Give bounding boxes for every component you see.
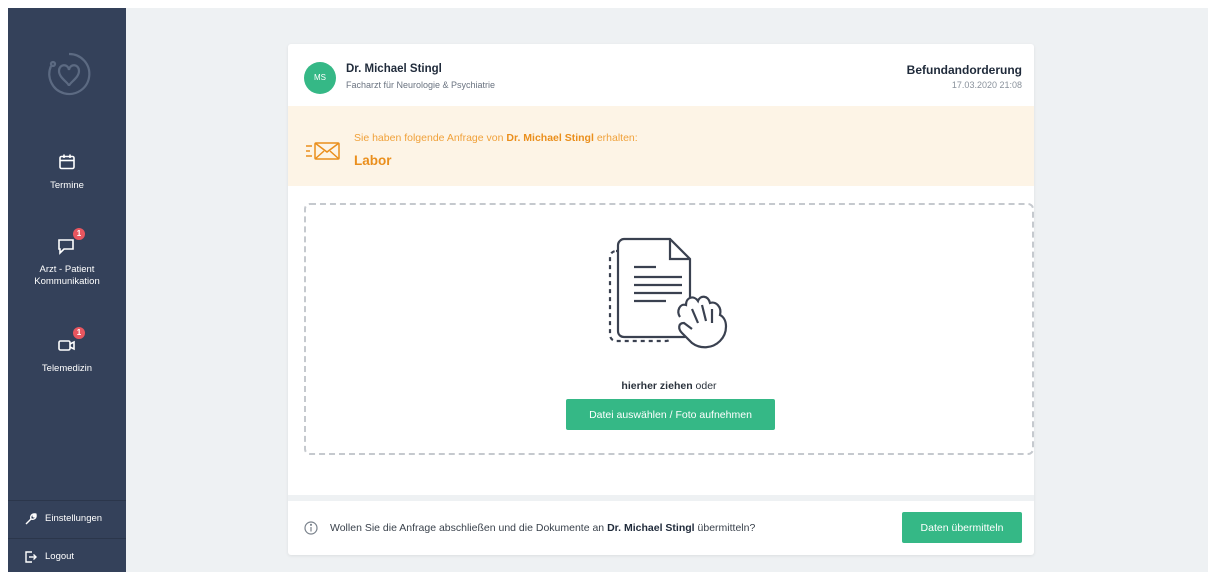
avatar: MS bbox=[304, 62, 336, 94]
info-icon bbox=[304, 521, 318, 535]
settings-link[interactable]: Einstellungen bbox=[8, 500, 126, 536]
wrench-icon bbox=[25, 512, 37, 524]
notice-subject: Labor bbox=[354, 153, 392, 168]
logout-label: Logout bbox=[45, 551, 75, 562]
nav-label-termine: Termine bbox=[50, 180, 84, 191]
unread-badge: 1 bbox=[73, 228, 85, 240]
footer-doctor-name: Dr. Michael Stingl bbox=[607, 522, 695, 534]
settings-label: Einstellungen bbox=[45, 513, 103, 524]
doctor-name: Dr. Michael Stingl bbox=[346, 63, 442, 75]
file-dropzone[interactable]: hierher ziehen oder Datei auswählen / Fo… bbox=[304, 203, 1034, 455]
choose-file-button[interactable]: Datei auswählen / Foto aufnehmen bbox=[566, 399, 775, 430]
request-footer: Wollen Sie die Anfrage abschließen und d… bbox=[288, 501, 1034, 555]
nav-item-telemedizin[interactable]: 1 Telemedizin bbox=[8, 327, 126, 375]
notice-doctor-name: Dr. Michael Stingl bbox=[506, 132, 594, 144]
notice-text: Sie haben folgende Anfrage von Dr. Micha… bbox=[354, 132, 638, 144]
heart-stethoscope-icon bbox=[48, 52, 91, 96]
request-title: Befundandorderung bbox=[906, 63, 1022, 77]
calendar-icon bbox=[55, 150, 79, 174]
request-notice: Sie haben folgende Anfrage von Dr. Micha… bbox=[288, 106, 1034, 186]
nav-item-kommunikation[interactable]: 1 Arzt - Patient Kommunikation bbox=[8, 228, 126, 288]
request-card: MS Dr. Michael Stingl Facharzt für Neuro… bbox=[288, 44, 1034, 555]
document-drag-icon bbox=[608, 237, 728, 349]
logo[interactable] bbox=[8, 46, 126, 112]
sidebar: Termine 1 Arzt - Patient Kommunikation 1… bbox=[8, 8, 126, 572]
main-area: MS Dr. Michael Stingl Facharzt für Neuro… bbox=[126, 8, 1208, 572]
dropzone-hint-bold: hierher ziehen bbox=[621, 380, 693, 392]
submit-question: Wollen Sie die Anfrage abschließen und d… bbox=[330, 522, 756, 534]
request-date: 17.03.2020 21:08 bbox=[951, 80, 1022, 90]
chat-icon: 1 bbox=[55, 228, 85, 258]
submit-data-button[interactable]: Daten übermitteln bbox=[902, 512, 1022, 543]
video-icon: 1 bbox=[55, 327, 85, 357]
unread-badge: 1 bbox=[73, 327, 85, 339]
logout-link[interactable]: Logout bbox=[8, 538, 126, 572]
request-header: MS Dr. Michael Stingl Facharzt für Neuro… bbox=[288, 44, 1034, 106]
doctor-specialty: Facharzt für Neurologie & Psychiatrie bbox=[346, 80, 496, 90]
dropzone-hint: hierher ziehen oder bbox=[621, 380, 717, 392]
nav-label-telemedizin: Telemedizin bbox=[41, 363, 93, 374]
nav-item-termine[interactable]: Termine bbox=[8, 150, 126, 192]
nav-label-kommunikation: Arzt - Patient Kommunikation bbox=[34, 264, 100, 287]
logout-icon bbox=[25, 550, 37, 563]
mail-send-icon bbox=[306, 142, 340, 160]
